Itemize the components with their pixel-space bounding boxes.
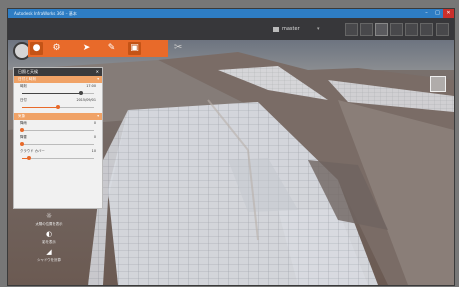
button-label: シャドウを計算 [37, 258, 61, 262]
time-row: 時刻 17:00 [14, 83, 102, 90]
window-controls: – □ ✕ [421, 9, 454, 18]
project-selector[interactable]: master [273, 24, 300, 34]
pen-icon[interactable]: ✎ [105, 42, 118, 55]
snow-value[interactable]: 0 [94, 134, 96, 141]
button-label: 影を表示 [42, 240, 56, 244]
chevron-down-icon[interactable]: ▾ [317, 24, 320, 34]
rain-value[interactable]: 0 [94, 120, 96, 127]
shadow-icon: ◐ [45, 230, 53, 238]
window-title: Autodesk InfraWorks 360 – 基本 [14, 11, 77, 16]
main-toolbar: ● ⚙ ➤ ✎ ▣ [28, 40, 168, 57]
date-value[interactable]: 2015/09/01 [76, 97, 96, 104]
project-icon [273, 26, 279, 32]
date-slider[interactable] [22, 104, 94, 111]
navigation-cube[interactable] [430, 76, 446, 92]
top-toolbar: master ▾ [8, 18, 454, 40]
undo-button[interactable] [345, 23, 358, 36]
project-label: master [282, 26, 300, 32]
gear-icon[interactable]: ⚙ [50, 42, 63, 55]
section-weather[interactable]: 気象 ▾ [14, 113, 102, 120]
time-value[interactable]: 17:00 [86, 83, 96, 90]
time-slider[interactable] [22, 90, 94, 97]
minimize-button[interactable]: – [421, 9, 432, 18]
sun-position-button[interactable]: ☼ 太陽の位置を表示 [34, 212, 64, 227]
sun-position-icon: ☼ [45, 212, 53, 220]
settings-button[interactable] [436, 23, 449, 36]
panel-title: 日照と天候 [18, 69, 38, 74]
rain-row: 降雨 0 [14, 120, 102, 127]
close-window-button[interactable]: ✕ [443, 9, 454, 18]
section-label: 気象 [18, 114, 26, 118]
present-icon[interactable]: ▣ [128, 42, 141, 55]
date-row: 日付 2015/09/01 [14, 97, 102, 104]
rain-slider[interactable] [20, 127, 94, 134]
snow-row: 降雪 0 [14, 134, 102, 141]
layout-full-button[interactable] [375, 23, 388, 36]
shadow-calc-icon: ◢ [46, 248, 52, 256]
maximize-button[interactable]: □ [432, 9, 443, 18]
button-label: 太陽の位置を表示 [35, 222, 63, 226]
shadow-button[interactable]: ◐ 影を表示 [34, 230, 64, 245]
title-bar: Autodesk InfraWorks 360 – 基本 – □ ✕ [8, 9, 454, 18]
shadow-calc-button[interactable]: ◢ シャドウを計算 [34, 248, 64, 263]
select-tool-button[interactable] [420, 23, 433, 36]
app-window: Autodesk InfraWorks 360 – 基本 – □ ✕ maste… [7, 8, 455, 286]
row-label: 日付 [20, 98, 27, 102]
panel-header: 日照と天候 ✕ [14, 68, 102, 76]
layout-panel-button[interactable] [405, 23, 418, 36]
pointer-icon[interactable]: ➤ [80, 42, 93, 55]
row-label: クラウド カバー [20, 149, 45, 153]
cloud-slider[interactable] [22, 155, 94, 162]
close-icon[interactable]: ✕ [96, 68, 99, 76]
layout-split-button[interactable] [390, 23, 403, 36]
chevron-down-icon: ▾ [97, 77, 99, 81]
section-label: 日付と時刻 [18, 77, 36, 81]
sun-sky-panel: 日照と天候 ✕ 日付と時刻 ▾ 時刻 17:00 日付 2015/09/01 気… [13, 67, 103, 209]
cloud-row: クラウド カバー 10 [14, 148, 102, 155]
snow-slider[interactable] [20, 141, 94, 148]
redo-button[interactable] [360, 23, 373, 36]
section-date-time[interactable]: 日付と時刻 ▾ [14, 76, 102, 83]
people-icon[interactable]: ● [30, 42, 43, 55]
row-label: 降雨 [20, 121, 27, 125]
scissors-icon[interactable]: ✂ [174, 42, 182, 53]
row-label: 時刻 [20, 84, 27, 88]
row-label: 降雪 [20, 135, 27, 139]
cloud-value[interactable]: 10 [92, 148, 96, 155]
chevron-down-icon: ▾ [97, 114, 99, 118]
